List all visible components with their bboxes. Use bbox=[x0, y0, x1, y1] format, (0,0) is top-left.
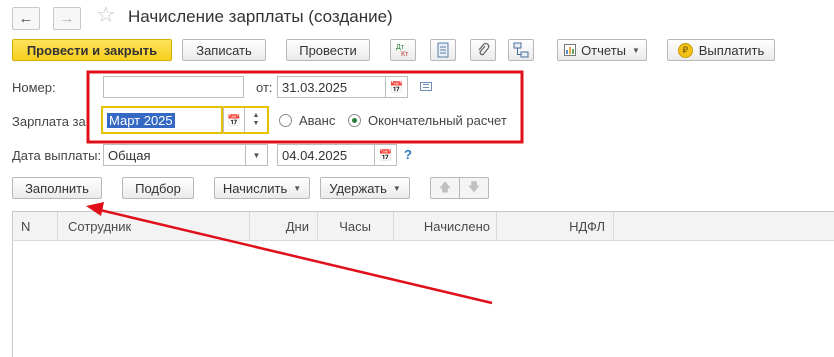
arrow-left-icon: ← bbox=[18, 10, 34, 27]
reports-button[interactable]: Отчеты ▼ bbox=[557, 39, 647, 61]
accrue-label: Начислить bbox=[222, 180, 288, 196]
chevron-down-icon: ▼ bbox=[632, 45, 640, 55]
period-stepper[interactable]: ▲ ▼ bbox=[245, 106, 269, 134]
arrow-up-icon: 🡅 bbox=[438, 179, 452, 194]
move-up-button[interactable]: 🡅 bbox=[430, 177, 460, 199]
hierarchy-icon bbox=[513, 42, 529, 58]
number-field[interactable] bbox=[103, 76, 244, 98]
pay-label: Выплатить bbox=[698, 42, 765, 58]
save-button[interactable]: Записать bbox=[182, 39, 266, 61]
dtkt-icon: Дт Кт bbox=[396, 44, 409, 58]
paperclip-icon bbox=[478, 42, 490, 56]
dtkt-bottom-text: Кт bbox=[401, 51, 409, 58]
period-calendar-button[interactable]: 📅 bbox=[223, 106, 245, 134]
pay-date-calendar-button[interactable]: 📅 bbox=[375, 144, 397, 166]
column-header-days[interactable]: Дни bbox=[250, 212, 318, 241]
comment-icon[interactable] bbox=[420, 82, 432, 91]
column-header-accrued[interactable]: Начислено bbox=[394, 212, 497, 241]
accrue-button[interactable]: Начислить ▼ bbox=[214, 177, 310, 199]
salary-period-field[interactable]: Март 2025 bbox=[101, 106, 223, 134]
structure-button[interactable] bbox=[508, 39, 534, 61]
final-calculation-radio[interactable] bbox=[348, 114, 361, 127]
stepper-up-icon[interactable]: ▲ bbox=[253, 112, 260, 120]
ruble-coin-icon: ₽ bbox=[677, 42, 693, 58]
pay-date-type-dropdown[interactable]: ▼ bbox=[246, 144, 268, 166]
chevron-down-icon: ▼ bbox=[293, 183, 302, 193]
pay-date-type-select[interactable]: Общая bbox=[103, 144, 246, 166]
select-button[interactable]: Подбор bbox=[122, 177, 194, 199]
help-icon[interactable]: ? bbox=[404, 147, 412, 162]
report-icon bbox=[564, 44, 577, 56]
withhold-button[interactable]: Удержать ▼ bbox=[320, 177, 410, 199]
attach-button[interactable] bbox=[470, 39, 496, 61]
back-button[interactable]: ← bbox=[12, 7, 40, 30]
calendar-icon: 📅 bbox=[378, 149, 393, 162]
table-body[interactable] bbox=[12, 241, 834, 357]
advance-radio[interactable] bbox=[279, 114, 292, 127]
move-down-button[interactable]: 🡇 bbox=[459, 177, 489, 199]
dtkt-top-text: Дт bbox=[396, 44, 405, 51]
star-icon[interactable]: ☆ bbox=[96, 4, 116, 26]
calendar-button[interactable]: 📅 bbox=[386, 76, 408, 98]
final-calculation-label[interactable]: Окончательный расчет bbox=[368, 113, 507, 128]
date-from-field[interactable]: 31.03.2025 bbox=[277, 76, 386, 98]
arrow-right-icon: → bbox=[59, 10, 75, 27]
arrow-down-icon: 🡇 bbox=[467, 179, 481, 194]
calendar-icon: 📅 bbox=[389, 81, 404, 94]
column-header-hours[interactable]: Часы bbox=[318, 212, 394, 241]
withhold-label: Удержать bbox=[329, 180, 387, 196]
document-list-icon bbox=[437, 42, 449, 58]
chevron-down-icon: ▼ bbox=[392, 183, 401, 193]
post-and-close-button[interactable]: Провести и закрыть bbox=[12, 39, 172, 61]
page-title: Начисление зарплаты (создание) bbox=[128, 7, 393, 26]
column-header-employee[interactable]: Сотрудник bbox=[58, 212, 250, 241]
post-button[interactable]: Провести bbox=[286, 39, 370, 61]
calendar-icon: 📅 bbox=[227, 114, 241, 127]
reports-label: Отчеты bbox=[581, 42, 626, 58]
column-header-ndfl[interactable]: НДФЛ bbox=[497, 212, 614, 241]
table-header: N Сотрудник Дни Часы Начислено НДФЛ bbox=[12, 211, 834, 241]
pay-date-field[interactable]: 04.04.2025 bbox=[277, 144, 375, 166]
stepper-down-icon[interactable]: ▼ bbox=[253, 120, 260, 128]
fill-button[interactable]: Заполнить bbox=[12, 177, 102, 199]
number-label: Номер: bbox=[12, 80, 56, 95]
advance-label[interactable]: Аванс bbox=[299, 113, 335, 128]
salary-for-label: Зарплата за: bbox=[12, 114, 90, 129]
salary-period-value: Март 2025 bbox=[107, 112, 175, 128]
pay-date-label: Дата выплаты: bbox=[12, 148, 102, 163]
column-header-n[interactable]: N bbox=[13, 212, 58, 241]
dtkt-button[interactable]: Дт Кт bbox=[390, 39, 416, 61]
chevron-down-icon: ▼ bbox=[252, 150, 261, 160]
pay-button[interactable]: ₽ Выплатить bbox=[667, 39, 775, 61]
list-button[interactable] bbox=[430, 39, 456, 61]
forward-button[interactable]: → bbox=[53, 7, 81, 30]
date-from-label: от: bbox=[256, 80, 273, 95]
